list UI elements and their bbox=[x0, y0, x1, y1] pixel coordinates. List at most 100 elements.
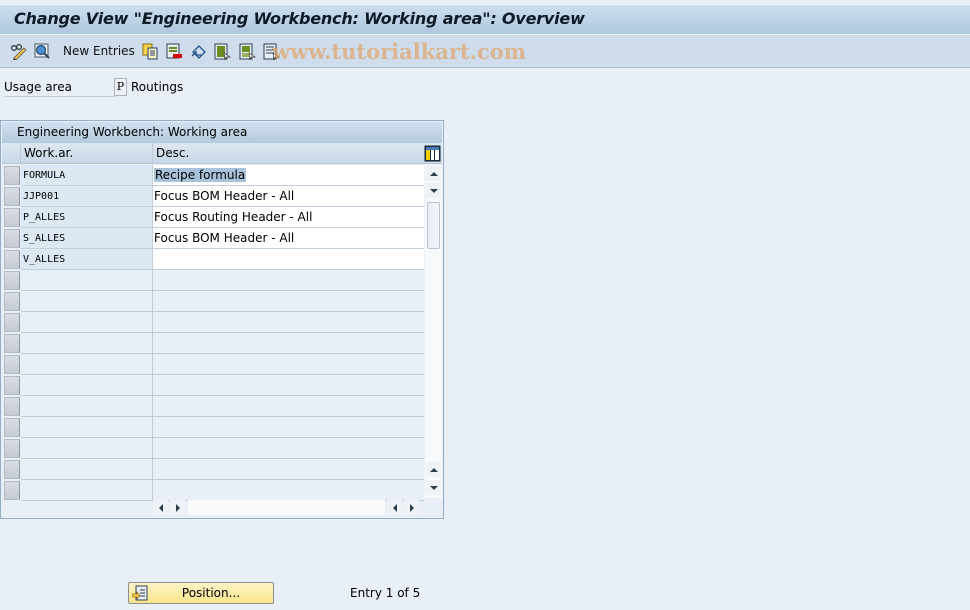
column-header-desc[interactable]: Desc. bbox=[153, 143, 424, 164]
position-button[interactable]: Position... bbox=[128, 582, 274, 604]
cell-description[interactable] bbox=[153, 249, 424, 270]
row-selector[interactable] bbox=[4, 481, 20, 500]
table-row bbox=[2, 480, 424, 501]
cell-description bbox=[153, 354, 424, 375]
watermark: www.tutorialkart.com bbox=[272, 39, 526, 64]
delete-row-icon bbox=[166, 43, 182, 58]
cell-description bbox=[153, 291, 424, 312]
copy-icon bbox=[142, 43, 158, 59]
cell-description bbox=[153, 438, 424, 459]
column-header-work-area[interactable]: Work.ar. bbox=[21, 143, 153, 164]
table-title: Engineering Workbench: Working area bbox=[2, 122, 442, 143]
table-row bbox=[2, 270, 424, 291]
cell-work-area bbox=[21, 480, 153, 501]
working-area-table: Engineering Workbench: Working area Work… bbox=[0, 120, 444, 519]
cell-description bbox=[153, 333, 424, 354]
cell-work-area: P_ALLES bbox=[21, 207, 153, 228]
row-selector[interactable] bbox=[4, 229, 20, 248]
horizontal-scrollbar bbox=[153, 500, 423, 515]
delete-button[interactable] bbox=[166, 42, 183, 60]
cell-work-area bbox=[21, 333, 153, 354]
table-row bbox=[2, 417, 424, 438]
row-selector[interactable] bbox=[4, 313, 20, 332]
table-row bbox=[2, 459, 424, 480]
copy-as-button[interactable] bbox=[142, 42, 159, 60]
new-entries-label: New Entries bbox=[63, 44, 135, 58]
arrow-up-icon bbox=[429, 467, 438, 472]
cell-work-area bbox=[21, 375, 153, 396]
row-selector[interactable] bbox=[4, 334, 20, 353]
table-row bbox=[2, 438, 424, 459]
display-change-button[interactable] bbox=[10, 42, 27, 60]
scroll-left-end-button[interactable] bbox=[387, 500, 402, 515]
cell-description bbox=[153, 396, 424, 417]
horizontal-scroll-track[interactable] bbox=[188, 500, 385, 515]
page-title: Change View "Engineering Workbench: Work… bbox=[14, 9, 585, 28]
scroll-thumb[interactable] bbox=[427, 202, 440, 249]
cell-work-area bbox=[21, 291, 153, 312]
select-block-icon bbox=[239, 43, 256, 60]
undo-arrow-icon bbox=[191, 44, 206, 59]
table-row bbox=[2, 396, 424, 417]
cell-work-area bbox=[21, 270, 153, 291]
pencil-glasses-icon bbox=[10, 43, 27, 60]
arrow-left-icon bbox=[392, 503, 397, 512]
row-selector[interactable] bbox=[4, 376, 20, 395]
details-button[interactable] bbox=[34, 42, 51, 60]
row-selector[interactable] bbox=[4, 250, 20, 269]
undo-change-button[interactable] bbox=[190, 42, 207, 60]
row-selector[interactable] bbox=[4, 187, 20, 206]
arrow-right-icon bbox=[409, 503, 414, 512]
cell-description bbox=[153, 312, 424, 333]
row-selector[interactable] bbox=[4, 166, 20, 185]
arrow-right-icon bbox=[175, 503, 180, 512]
cell-description[interactable]: Recipe formula bbox=[153, 165, 424, 186]
entry-counter: Entry 1 of 5 bbox=[350, 586, 421, 600]
scroll-down-button[interactable] bbox=[426, 183, 441, 198]
row-selector[interactable] bbox=[4, 460, 20, 479]
row-selector[interactable] bbox=[4, 418, 20, 437]
position-button-label: Position... bbox=[181, 586, 241, 600]
vertical-scrollbar[interactable] bbox=[425, 165, 442, 498]
selected-text: Recipe formula bbox=[154, 168, 247, 182]
cell-work-area: FORMULA bbox=[21, 165, 153, 186]
row-selector[interactable] bbox=[4, 439, 20, 458]
select-block-button[interactable] bbox=[239, 42, 256, 60]
row-selector[interactable] bbox=[4, 355, 20, 374]
arrow-down-icon bbox=[429, 188, 438, 193]
table-settings-icon[interactable] bbox=[424, 145, 441, 162]
cell-work-area: V_ALLES bbox=[21, 249, 153, 270]
table-row: P_ALLES Focus Routing Header - All bbox=[2, 207, 424, 228]
page-down-button[interactable] bbox=[426, 480, 441, 495]
cell-description[interactable]: Focus BOM Header - All bbox=[153, 186, 424, 207]
table-row bbox=[2, 375, 424, 396]
page-up-button[interactable] bbox=[426, 462, 441, 477]
new-entries-button[interactable]: New Entries bbox=[63, 42, 135, 60]
arrow-down-icon bbox=[429, 485, 438, 490]
row-selector[interactable] bbox=[4, 292, 20, 311]
scroll-up-button[interactable] bbox=[426, 166, 441, 181]
table-row bbox=[2, 312, 424, 333]
cell-work-area: S_ALLES bbox=[21, 228, 153, 249]
scroll-right-end-button[interactable] bbox=[404, 500, 419, 515]
row-selector[interactable] bbox=[4, 208, 20, 227]
cell-work-area bbox=[21, 312, 153, 333]
cell-description[interactable]: Focus Routing Header - All bbox=[153, 207, 424, 228]
cell-work-area bbox=[21, 354, 153, 375]
cell-description bbox=[153, 480, 424, 501]
table-row: V_ALLES bbox=[2, 249, 424, 270]
select-all-button[interactable] bbox=[214, 42, 231, 60]
row-selector[interactable] bbox=[4, 271, 20, 290]
scroll-left-button[interactable] bbox=[153, 500, 168, 515]
cell-description bbox=[153, 270, 424, 291]
cell-description[interactable]: Focus BOM Header - All bbox=[153, 228, 424, 249]
cell-work-area bbox=[21, 396, 153, 417]
scroll-right-button[interactable] bbox=[170, 500, 185, 515]
arrow-up-icon bbox=[429, 171, 438, 176]
table-row bbox=[2, 291, 424, 312]
magnifier-details-icon bbox=[34, 43, 50, 59]
select-all-rows-button[interactable] bbox=[2, 143, 21, 164]
row-selector[interactable] bbox=[4, 397, 20, 416]
usage-area-label: Usage area bbox=[4, 80, 116, 97]
table-row bbox=[2, 354, 424, 375]
